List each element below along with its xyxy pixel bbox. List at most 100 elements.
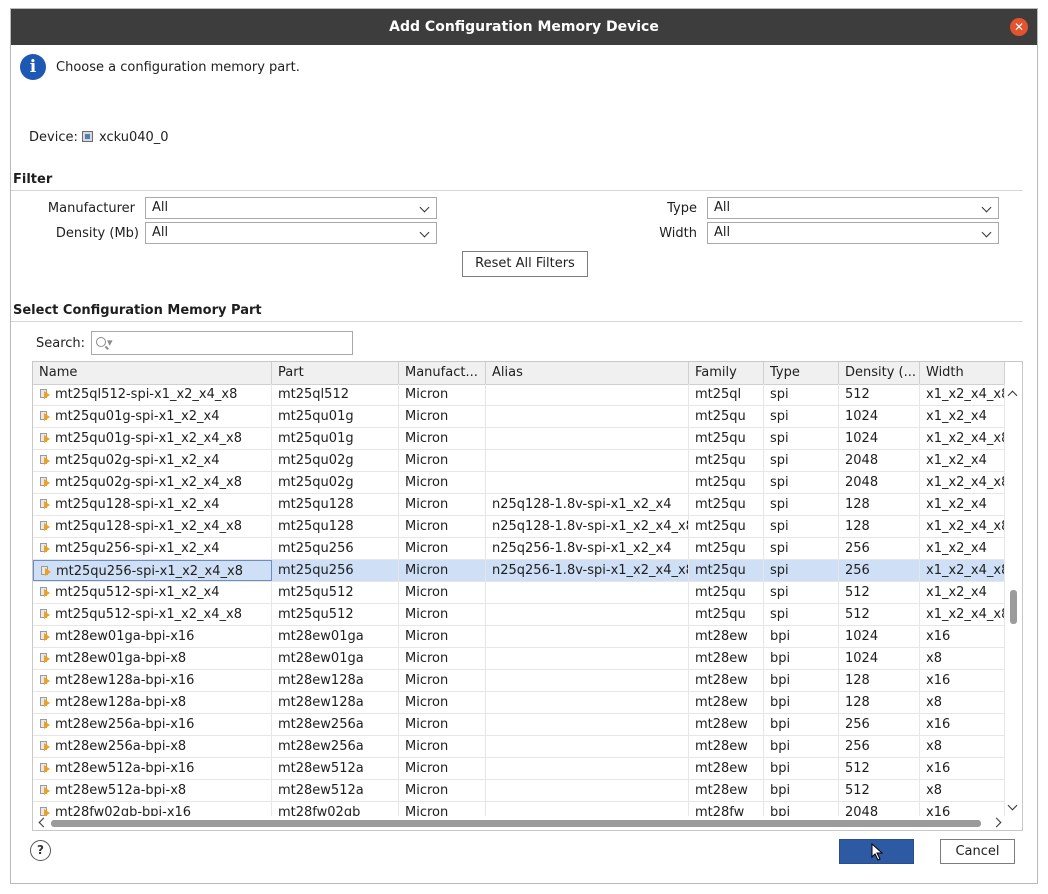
chevron-down-icon [419,202,430,213]
type-select[interactable]: All [707,197,999,219]
cell-text: mt25qu02g-spi-x1_x2_x4_x8 [55,475,242,490]
table-row[interactable]: mt25ql512-spi-x1_x2_x4_x8 mt25ql512 Micron… [33,384,1005,406]
cell-col-density: 1024 [839,406,920,427]
table-row[interactable]: mt25qu01g-spi-x1_x2_x4_x8 mt25qu01g Micron… [33,428,1005,450]
memory-part-icon [40,697,50,707]
memory-part-icon [40,741,50,751]
device-name: xcku040_0 [99,130,169,145]
header-col-width[interactable]: Width [920,362,1005,384]
close-icon[interactable]: ✕ [1010,18,1028,36]
cell-col-part: mt25qu128 [272,494,399,515]
select-section-title: Select Configuration Memory Part [13,303,262,318]
table-row[interactable]: mt28fw02gb-bpi-x16 mt28fw02gb Micron mt28fw… [33,802,1005,816]
cell-col-width: x16 [920,714,1005,735]
cell-col-alias [486,472,689,493]
table-row[interactable]: mt25qu02g-spi-x1_x2_x4_x8 mt25qu02g Micron… [33,472,1005,494]
cell-col-family: mt25qu [689,560,764,581]
manufacturer-select[interactable]: All [145,197,437,219]
cell-col-width: x8 [920,780,1005,801]
cell-text: mt25qu01g-spi-x1_x2_x4 [55,409,220,424]
cell-col-name: mt25qu256-spi-x1_x2_x4 [33,538,272,559]
cell-col-family: mt28ew [689,780,764,801]
table-body: mt25ql512-spi-x1_x2_x4_x8 mt25ql512 Micron… [33,384,1005,816]
table-row[interactable]: mt25qu128-spi-x1_x2_x4 mt25qu128 Micron n25… [33,494,1005,516]
cell-col-density: 2048 [839,450,920,471]
cell-col-manufacturer: Micron [399,736,486,757]
header-col-name[interactable]: Name [33,362,272,384]
table-row[interactable]: mt25qu01g-spi-x1_x2_x4 mt25qu01g Micron mt2… [33,406,1005,428]
scroll-up-icon[interactable] [1007,390,1018,401]
cell-col-type: spi [764,604,839,625]
header-col-density[interactable]: Density (... [839,362,920,384]
cell-col-name: mt25qu256-spi-x1_x2_x4_x8 [33,560,272,581]
table-row[interactable]: mt25qu256-spi-x1_x2_x4 mt25qu256 Micron n25… [33,538,1005,560]
table-row[interactable]: mt28ew512a-bpi-x16 mt28ew512a Micron mt28ew… [33,758,1005,780]
vertical-scroll-thumb[interactable] [1010,590,1017,624]
cell-col-manufacturer: Micron [399,450,486,471]
scroll-down-icon[interactable] [1007,800,1018,811]
cell-col-part: mt25qu512 [272,582,399,603]
vertical-scrollbar[interactable] [1005,384,1022,816]
cell-col-part: mt25qu512 [272,604,399,625]
cell-col-manufacturer: Micron [399,516,486,537]
table-row[interactable]: mt25qu512-spi-x1_x2_x4_x8 mt25qu512 Micron… [33,604,1005,626]
table-row[interactable]: mt28ew512a-bpi-x8 mt28ew512a Micron mt28ew b… [33,780,1005,802]
cell-col-width: x1_x2_x4 [920,406,1005,427]
cell-col-family: mt28ew [689,692,764,713]
cancel-button[interactable]: Cancel [940,839,1015,864]
cell-col-width: x1_x2_x4_x8 [920,428,1005,449]
instruction-message: Choose a configuration memory part. [56,60,300,75]
header-col-part[interactable]: Part [272,362,399,384]
cell-col-density: 512 [839,384,920,405]
horizontal-scrollbar[interactable] [33,816,1022,830]
cell-col-alias [486,582,689,603]
memory-part-icon [40,521,50,531]
cell-col-manufacturer: Micron [399,648,486,669]
table-row[interactable]: mt28ew256a-bpi-x16 mt28ew256a Micron mt28ew… [33,714,1005,736]
table-row[interactable]: mt28ew128a-bpi-x16 mt28ew128a Micron mt28ew… [33,670,1005,692]
width-label-text: Width [659,226,697,241]
cell-col-width: x1_x2_x4_x8 [920,560,1005,581]
cell-col-family: mt28ew [689,670,764,691]
scroll-right-icon[interactable] [991,817,1002,828]
cell-col-name: mt25qu128-spi-x1_x2_x4 [33,494,272,515]
width-select[interactable]: All [707,222,999,244]
cell-col-manufacturer: Micron [399,604,486,625]
scroll-left-icon[interactable] [38,817,49,828]
help-icon[interactable]: ? [30,840,51,861]
table-row[interactable]: mt25qu128-spi-x1_x2_x4_x8 mt25qu128 Micron… [33,516,1005,538]
table-row[interactable]: mt28ew128a-bpi-x8 mt28ew128a Micron mt28ew b… [33,692,1005,714]
cell-col-density: 128 [839,494,920,515]
cell-col-family: mt25qu [689,538,764,559]
cell-col-density: 512 [839,758,920,779]
search-icon [96,337,106,347]
parts-table: Name Part Manufact... Alias Family Type Densit… [32,361,1023,831]
table-row[interactable]: mt25qu512-spi-x1_x2_x4 mt25qu512 Micron mt2… [33,582,1005,604]
cell-col-type: spi [764,494,839,515]
header-col-manufacturer[interactable]: Manufact... [399,362,486,384]
reset-filters-button[interactable]: Reset All Filters [462,251,588,277]
cell-col-family: mt28ew [689,626,764,647]
cell-col-name: mt25qu128-spi-x1_x2_x4_x8 [33,516,272,537]
search-input[interactable]: ▾ [91,331,353,355]
title-bar: Add Configuration Memory Device ✕ [11,9,1037,45]
ok-button[interactable] [839,839,914,864]
header-col-family[interactable]: Family [689,362,764,384]
cell-col-alias [486,428,689,449]
header-col-alias[interactable]: Alias [486,362,689,384]
table-row[interactable]: mt25qu02g-spi-x1_x2_x4 mt25qu02g Micron mt2… [33,450,1005,472]
width-value: All [714,225,731,240]
cell-col-alias [486,604,689,625]
cell-col-type: bpi [764,648,839,669]
cell-col-type: bpi [764,692,839,713]
table-row[interactable]: mt28ew256a-bpi-x8 mt28ew256a Micron mt28ew b… [33,736,1005,758]
table-row[interactable]: mt28ew01ga-bpi-x16 mt28ew01ga Micron mt28ew… [33,626,1005,648]
header-col-type[interactable]: Type [764,362,839,384]
cell-col-manufacturer: Micron [399,802,486,816]
table-row[interactable]: mt28ew01ga-bpi-x8 mt28ew01ga Micron mt28ew b… [33,648,1005,670]
table-row[interactable]: mt25qu256-spi-x1_x2_x4_x8 mt25qu256 Micron… [33,560,1005,582]
horizontal-scroll-thumb[interactable] [51,820,981,827]
memory-part-icon [40,719,50,729]
density-select[interactable]: All [145,222,437,244]
cell-text: mt25qu256-spi-x1_x2_x4_x8 [56,564,243,579]
